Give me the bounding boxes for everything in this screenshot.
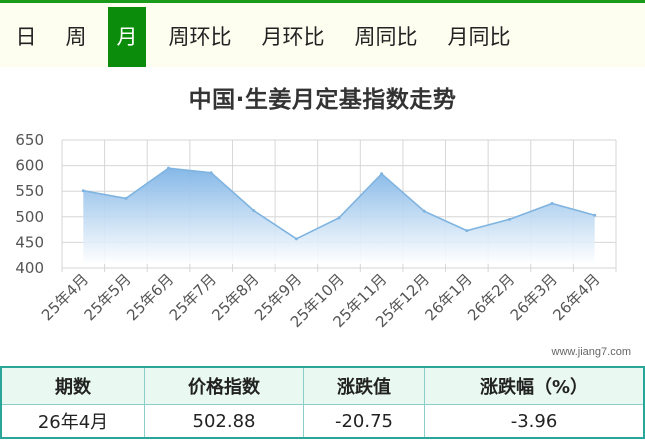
index-area-chart: 400 450 500 550 600 650 25年4月25年5月25年6月25年7月2…: [15, 131, 617, 331]
data-point: [252, 209, 256, 213]
y-tick-label: 550: [15, 182, 44, 200]
data-point: [422, 209, 426, 213]
data-point: [465, 229, 469, 233]
header-price-index: 价格指数: [144, 366, 304, 405]
x-tick-label: 26年4月: [549, 270, 603, 324]
y-tick-label: 450: [15, 233, 44, 251]
y-tick-label: 600: [15, 157, 44, 175]
tab-month-on-month[interactable]: 月环比: [253, 7, 333, 67]
data-point: [124, 196, 128, 200]
y-tick-labels: 400 450 500 550 600 650: [15, 131, 44, 277]
cell-change-percent: -3.96: [424, 404, 645, 439]
header-change-percent: 涨跌幅（%）: [424, 366, 645, 405]
summary-table: 期数 价格指数 涨跌值 涨跌幅（%） 26年4月 502.88 -20.75 -…: [0, 366, 645, 439]
header-change-value: 涨跌值: [303, 366, 425, 405]
y-tick-label: 650: [15, 131, 44, 149]
cell-period: 26年4月: [0, 404, 145, 439]
data-point: [550, 201, 554, 205]
tab-week[interactable]: 周: [56, 7, 96, 67]
period-tab-bar: 日 周 月 周环比 月环比 周同比 月同比: [0, 0, 645, 67]
tab-month[interactable]: 月: [108, 7, 146, 67]
data-point: [337, 216, 341, 220]
tab-day[interactable]: 日: [6, 7, 46, 67]
header-period: 期数: [0, 366, 145, 405]
data-point: [209, 171, 213, 175]
data-point: [81, 189, 85, 193]
data-point: [593, 213, 597, 217]
chart-title: 中国·生姜月定基指数走势: [188, 87, 457, 113]
cell-price-index: 502.88: [144, 404, 304, 439]
data-point: [294, 237, 298, 241]
x-tick-labels: 25年4月25年5月25年6月25年7月25年8月25年9月25年10月25年1…: [38, 270, 604, 331]
data-point: [507, 217, 511, 221]
tab-month-year-on-year[interactable]: 月同比: [439, 7, 519, 67]
tab-week-on-week[interactable]: 周环比: [160, 7, 240, 67]
y-tick-label: 400: [15, 259, 44, 277]
data-point: [167, 166, 171, 170]
table-row: 26年4月 502.88 -20.75 -3.96: [0, 404, 645, 439]
area-layer: [81, 166, 597, 264]
table-header-row: 期数 价格指数 涨跌值 涨跌幅（%）: [0, 366, 645, 405]
tab-week-year-on-year[interactable]: 周同比: [346, 7, 426, 67]
data-point: [380, 172, 384, 176]
y-tick-label: 500: [15, 208, 44, 226]
watermark: www.jiang7.com: [551, 346, 631, 358]
cell-change-value: -20.75: [303, 404, 425, 439]
